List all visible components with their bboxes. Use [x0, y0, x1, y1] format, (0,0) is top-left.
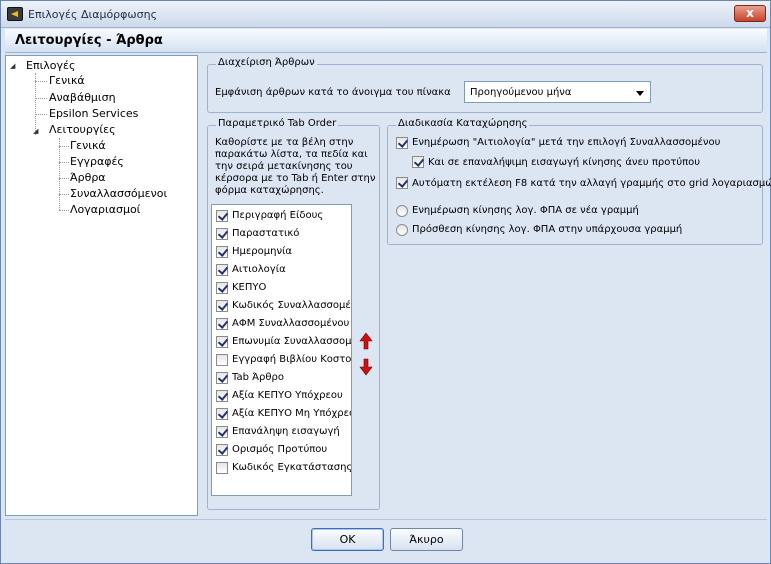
field-checkbox[interactable] — [216, 444, 228, 456]
app-icon — [7, 7, 23, 21]
move-up-button[interactable] — [359, 332, 373, 352]
ok-button[interactable]: OK — [311, 528, 384, 551]
options-tree[interactable]: ◢ Επιλογές Γενικά Αναβάθμιση Epsilon Ser… — [5, 55, 198, 516]
list-item[interactable]: Αιτιολογία — [212, 261, 351, 279]
group-title: Διαχείριση Άρθρων — [216, 57, 317, 68]
page-header: Λειτουργίες - Άρθρα — [5, 29, 767, 53]
field-checkbox[interactable] — [216, 408, 228, 420]
tree-subitem-accounts[interactable]: Λογαριασμοί — [70, 203, 140, 216]
list-item[interactable]: ΚΕΠΥΟ — [212, 279, 351, 297]
field-checkbox[interactable] — [216, 318, 228, 330]
tab-order-description-line: παρακάτω λίστα, τα πεδία και — [215, 149, 368, 160]
chevron-down-icon — [636, 91, 644, 96]
collapse-icon[interactable]: ◢ — [10, 62, 15, 70]
tree-subitem-articles[interactable]: Άρθρα — [70, 171, 106, 184]
tree-item-epsilon-services[interactable]: Epsilon Services — [49, 107, 138, 120]
field-checkbox[interactable] — [216, 210, 228, 222]
list-item[interactable]: Tab Άρθρο — [212, 369, 351, 387]
field-checkbox[interactable] — [216, 426, 228, 438]
field-checkbox[interactable] — [216, 462, 228, 474]
collapse-icon[interactable]: ◢ — [33, 127, 38, 135]
tree-item-upgrade[interactable]: Αναβάθμιση — [49, 91, 116, 104]
list-item[interactable]: Αξία ΚΕΠΥΟ Μη Υπόχρεοι — [212, 405, 351, 423]
display-articles-value: Προηγούμενου μήνα — [470, 87, 572, 98]
tree-item-general[interactable]: Γενικά — [49, 74, 85, 87]
field-checkbox[interactable] — [216, 228, 228, 240]
list-item[interactable]: Αξία ΚΕΠΥΟ Υπόχρεου — [212, 387, 351, 405]
list-item[interactable]: Ορισμός Προτύπου — [212, 441, 351, 459]
field-checkbox[interactable] — [216, 390, 228, 402]
field-checkbox[interactable] — [216, 336, 228, 348]
field-checkbox[interactable] — [216, 354, 228, 366]
move-down-button[interactable] — [359, 358, 373, 378]
list-item[interactable]: Επανάληψη εισαγωγή — [212, 423, 351, 441]
vat-existing-line-radio[interactable] — [396, 224, 408, 236]
tree-item-root[interactable]: Επιλογές — [26, 59, 75, 72]
field-checkbox[interactable] — [216, 246, 228, 258]
field-checkbox[interactable] — [216, 264, 228, 276]
display-articles-label: Εμφάνιση άρθρων κατά το άνοιγμα του πίνα… — [215, 87, 451, 98]
vat-new-line-label: Ενημέρωση κίνησης λογ. ΦΠΑ σε νέα γραμμή — [412, 205, 639, 216]
display-articles-select[interactable]: Προηγούμενου μήνα — [464, 81, 651, 103]
field-checkbox[interactable] — [216, 300, 228, 312]
repeat-entry-checkbox[interactable] — [412, 156, 424, 168]
auto-f8-label: Αυτόματη εκτέλεση F8 κατά την αλλαγή γρα… — [412, 178, 771, 189]
group-title: Διαδικασία Καταχώρησης — [396, 118, 530, 129]
footer-divider — [5, 519, 767, 520]
title-bar[interactable]: Επιλογές Διαμόρφωσης x — [1, 1, 770, 28]
vat-existing-line-label: Πρόσθεση κίνησης λογ. ΦΠΑ στην υπάρχουσα… — [412, 224, 683, 235]
tab-order-description-line: την σειρά μετακίνησης του — [215, 161, 353, 172]
list-item[interactable]: Κωδικός Εγκατάστασης — [212, 459, 351, 477]
list-item[interactable]: Παραστατικό — [212, 225, 351, 243]
repeat-entry-label: Και σε επαναλήψιμη εισαγωγή κίνησης άνευ… — [428, 157, 701, 168]
tree-subitem-general[interactable]: Γενικά — [70, 139, 106, 152]
vat-new-line-radio[interactable] — [396, 205, 408, 217]
options-window: Επιλογές Διαμόρφωσης x Λειτουργίες - Άρθ… — [0, 0, 771, 564]
list-item[interactable]: Περιγραφή Είδους — [212, 207, 351, 225]
page-title: Λειτουργίες - Άρθρα — [15, 33, 163, 48]
list-item[interactable]: Κωδικός Συναλλασσομέν — [212, 297, 351, 315]
cancel-button[interactable]: Άκυρο — [390, 528, 463, 551]
arrow-down-icon — [359, 358, 373, 376]
group-title: Παραμετρικό Tab Order — [216, 118, 339, 129]
auto-f8-checkbox[interactable] — [396, 177, 408, 189]
arrow-up-icon — [359, 332, 373, 350]
tab-order-description-line: φόρμα καταχώρησης. — [215, 185, 324, 196]
tree-item-functions[interactable]: Λειτουργίες — [49, 123, 116, 136]
tab-order-list[interactable]: Περιγραφή Είδους Παραστατικό Ημερομηνία … — [211, 204, 352, 496]
tab-order-description-line: Καθορίστε με τα βέλη στην — [215, 137, 354, 148]
list-item[interactable]: Επωνυμία Συναλλασσομέ — [212, 333, 351, 351]
list-item[interactable]: Ημερομηνία — [212, 243, 351, 261]
update-reason-checkbox[interactable] — [396, 137, 408, 149]
field-checkbox[interactable] — [216, 282, 228, 294]
list-item[interactable]: ΑΦΜ Συναλλασσομένου — [212, 315, 351, 333]
window-title: Επιλογές Διαμόρφωσης — [28, 8, 158, 21]
field-checkbox[interactable] — [216, 372, 228, 384]
update-reason-label: Ενημέρωση "Αιτιολογία" μετά την επιλογή … — [412, 137, 721, 148]
tree-subitem-entries[interactable]: Εγγραφές — [70, 155, 124, 168]
tree-subitem-counterparties[interactable]: Συναλλασσόμενοι — [70, 187, 167, 200]
tab-order-description-line: κέρσορα με το Tab ή Enter στην — [215, 173, 376, 184]
close-button[interactable]: x — [734, 5, 766, 22]
list-item[interactable]: Εγγραφή Βιβλίου Κοστολ — [212, 351, 351, 369]
